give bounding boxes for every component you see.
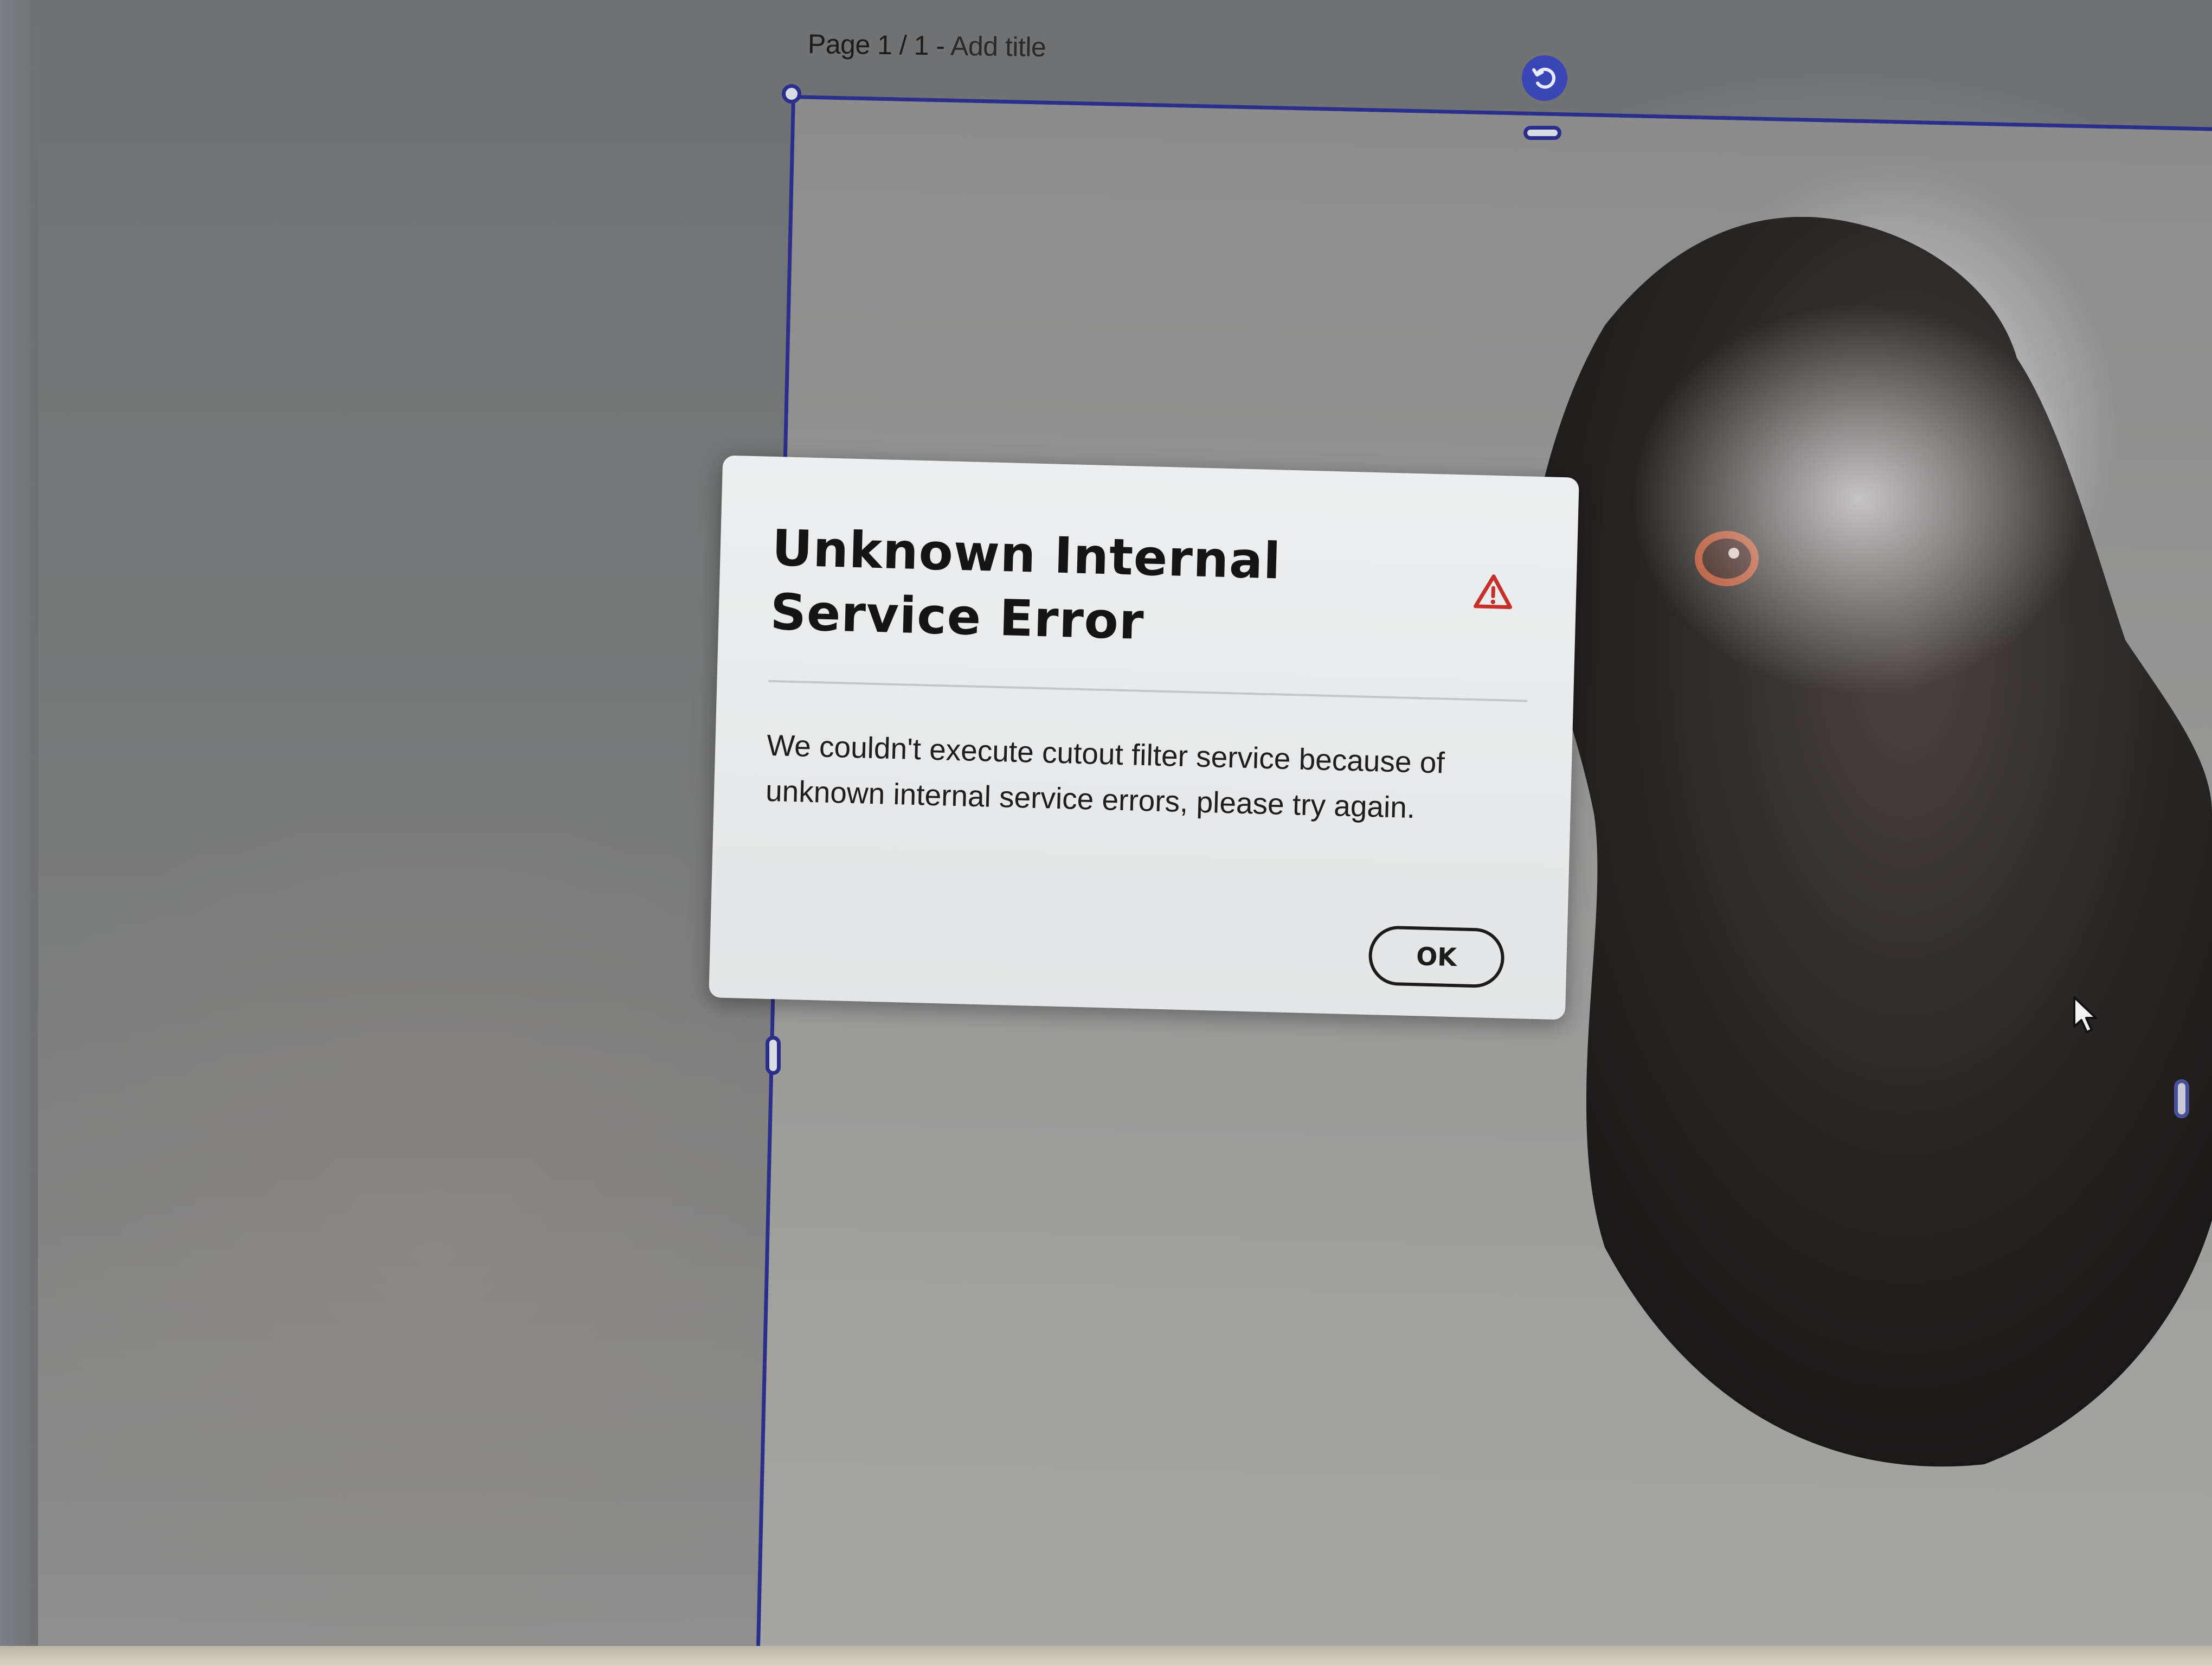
rotate-icon <box>1532 67 1556 89</box>
dialog-message: We couldn't execute cutout filter servic… <box>765 728 1445 825</box>
resize-handle-left[interactable] <box>766 1036 781 1075</box>
error-dialog: Unknown Internal Service Error We couldn… <box>709 455 1579 1020</box>
mouse-pointer-icon <box>2073 996 2097 1033</box>
screen-bezel <box>0 0 38 1666</box>
dialog-divider <box>768 680 1528 702</box>
ok-button[interactable]: OK <box>1368 925 1505 989</box>
resize-handle-top[interactable] <box>1523 126 1561 140</box>
bird-photo <box>1529 217 2212 1467</box>
add-title-link[interactable]: Add title <box>950 31 1046 62</box>
taskbar-edge <box>0 1646 2212 1666</box>
page-indicator: Page 1 / 1 - <box>807 28 951 61</box>
page-label: Page 1 / 1 - Add title <box>808 28 1046 63</box>
rotate-button[interactable] <box>1522 55 1567 101</box>
alert-triangle-icon <box>1474 574 1513 610</box>
resize-handle-right[interactable] <box>2174 1079 2189 1118</box>
resize-handle-top-left[interactable] <box>782 84 801 104</box>
dialog-title: Unknown Internal Service Error <box>769 518 1282 651</box>
screen: Page 1 / 1 - Add title Unknown Internal … <box>0 0 2212 1666</box>
